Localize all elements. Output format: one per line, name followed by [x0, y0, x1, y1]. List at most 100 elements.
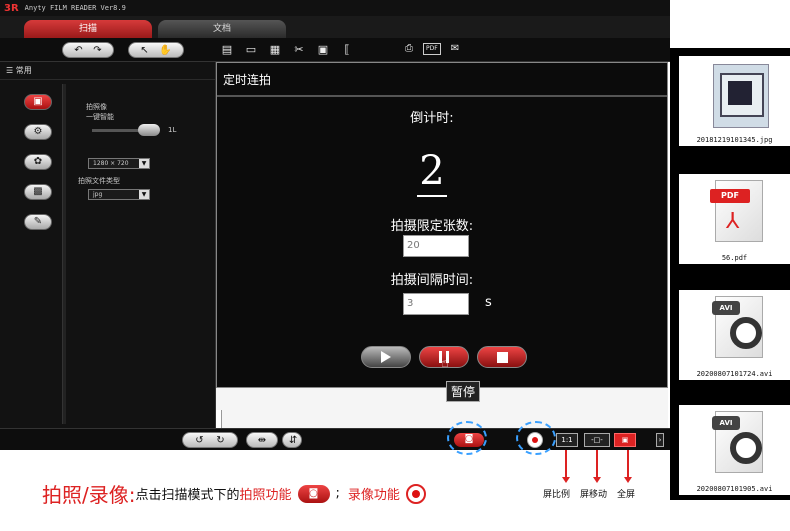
scroll-handle[interactable] [216, 410, 222, 428]
mail-icon[interactable]: ✉ [451, 43, 459, 55]
rotate-group: ↺ ↻ [182, 432, 238, 448]
slider-knob[interactable] [138, 124, 160, 136]
thumbnail-item[interactable]: 20181219101345.jpg [679, 56, 790, 146]
output-tools: ⎙ PDF ✉ [405, 43, 459, 55]
photo-thumbnail [713, 64, 769, 128]
hand-icon[interactable]: ✋ [159, 45, 171, 56]
annotation-arrow [627, 450, 629, 478]
gear-icon[interactable]: ⚙ [24, 124, 52, 140]
interval-label: 拍摄间隔时间: [390, 273, 474, 288]
wrench-icon[interactable]: ✎ [24, 214, 52, 230]
slider-value: 1L [168, 126, 177, 134]
caption-photo: 拍照功能 [239, 488, 292, 503]
crop-icon[interactable]: ⟦ [340, 43, 354, 56]
app-logo: 3R [4, 2, 19, 14]
filetype-label: 拍照文件类型 [78, 177, 120, 185]
scissors-icon[interactable]: ✂ [292, 43, 306, 56]
caption-record: 录像功能 [347, 488, 400, 503]
thumbnail-panel-top [670, 0, 790, 48]
panel-divider[interactable] [62, 84, 66, 424]
limit-label: 拍摄限定张数: [390, 219, 474, 234]
annotation-arrowhead [593, 477, 601, 483]
panel-header: ☰ 常用 [0, 62, 215, 80]
play-button[interactable] [361, 346, 411, 368]
camera-settings-icon[interactable]: ▣ [24, 94, 52, 110]
eraser-icon[interactable]: ▭ [244, 43, 258, 56]
thumbnail-caption: 56.pdf [721, 254, 748, 262]
redo-icon[interactable]: ↷ [93, 45, 101, 56]
undo-redo-group: ↶ ↷ [62, 42, 114, 58]
stop-icon [496, 351, 508, 363]
paste-icon[interactable]: ▣ [316, 43, 330, 56]
tab-bar: 扫描 文档 [0, 16, 670, 38]
dialog-title: 定时连拍 [217, 63, 667, 97]
move-screen-button[interactable]: -□- [584, 433, 610, 447]
image-icon[interactable]: ▩ [24, 184, 52, 200]
label-ratio: 屏比例 [543, 490, 571, 500]
stop-button[interactable] [477, 346, 527, 368]
avi-file-icon: AVI [712, 296, 763, 358]
cursor-mode-group: ↖ ✋ [128, 42, 184, 58]
record-highlight-ring [516, 421, 556, 455]
thumbnail-item[interactable]: AVI 20200807101905.avi [679, 405, 790, 495]
camera-icon: ◙ [297, 484, 330, 503]
fullscreen-button[interactable]: ▣ [614, 433, 636, 447]
scan-line-icon[interactable]: ▤ [220, 43, 234, 56]
thumbnail-item[interactable]: PDF ⅄ 56.pdf [679, 174, 790, 264]
limit-input[interactable]: 20 [403, 235, 469, 257]
instruction-caption: 拍照/录像: 点击扫描模式下的 拍照功能 ◙ ; 录像功能 [42, 479, 426, 508]
thumbnail-caption: 20200807101905.avi [696, 485, 773, 493]
copy-icon[interactable]: ▦ [268, 43, 282, 56]
tab-document[interactable]: 文档 [158, 20, 286, 38]
pdf-file-icon: PDF ⅄ [710, 180, 763, 242]
thumbnail-caption: 20181219101345.jpg [696, 136, 773, 144]
image-viewport[interactable] [216, 388, 668, 428]
resolution-select[interactable]: 1280 × 720 ▼ [88, 158, 150, 169]
countdown-value: 2 [417, 147, 447, 197]
timed-shooting-dialog: 定时连拍 倒计时: 2 拍摄限定张数: 20 拍摄间隔时间: 3 s [216, 62, 668, 388]
pointer-icon[interactable]: ↖ [140, 45, 148, 56]
printer-icon[interactable]: ⎙ [405, 43, 413, 55]
flip-vertical-button[interactable]: ⇵ [282, 432, 302, 448]
app-window: 3R Anyty FILM READER Ver8.9 扫描 文档 ↶ ↷ ↖ … [0, 0, 790, 531]
annotation-arrowhead [562, 477, 570, 483]
annotation-arrowhead [624, 477, 632, 483]
cursor-hand-icon: ☝ [441, 356, 449, 371]
edit-tools: ▤ ▭ ▦ ✂ ▣ ⟦ [220, 43, 354, 56]
expand-arrow-icon[interactable]: › [656, 433, 664, 447]
annotation-arrow [596, 450, 598, 478]
mode-label: 一键智能 [86, 113, 114, 121]
settings-panel: ☰ 常用 ▣ ⚙ ✿ ▩ ✎ 拍照像 一键智能 1L 1280 × 720 ▼ … [0, 62, 216, 428]
flip-horizontal-button[interactable]: ⇹ [246, 432, 278, 448]
bottom-bar: ↺ ↻ ⇹ ⇵ ◙ 1:1 -□- ▣ › [0, 428, 670, 450]
app-title: Anyty FILM READER Ver8.9 [24, 4, 126, 12]
rotate-left-icon[interactable]: ↺ [195, 435, 203, 446]
thumbnail-item[interactable]: AVI 20200807101724.avi [679, 290, 790, 380]
undo-icon[interactable]: ↶ [74, 45, 82, 56]
title-bar: 3R Anyty FILM READER Ver8.9 [0, 0, 670, 16]
pdf-icon[interactable]: PDF [423, 43, 441, 55]
palette-icon[interactable]: ✿ [24, 154, 52, 170]
chevron-down-icon: ▼ [139, 159, 149, 168]
ratio-button[interactable]: 1:1 [556, 433, 578, 447]
caption-headline: 拍照/录像: [42, 483, 136, 507]
toolbar: ↶ ↷ ↖ ✋ ▤ ▭ ▦ ✂ ▣ ⟦ ⎙ PDF ✉ [0, 38, 670, 62]
interval-input[interactable]: 3 [403, 293, 469, 315]
play-icon [381, 351, 391, 363]
annotation-arrow [565, 450, 567, 478]
pause-tooltip: 暂停 [446, 381, 481, 402]
camera-label: 拍照像 [86, 103, 107, 111]
avi-file-icon: AVI [712, 411, 763, 473]
caption-separator: ; [335, 486, 340, 501]
tab-scan[interactable]: 扫描 [24, 20, 152, 38]
record-icon [405, 483, 426, 504]
countdown-label: 倒计时: [410, 111, 454, 126]
label-move: 屏移动 [580, 490, 608, 500]
interval-unit: s [485, 295, 492, 310]
photo-highlight-ring [447, 421, 487, 455]
slider-track[interactable] [92, 129, 142, 132]
filetype-select[interactable]: jpg ▼ [88, 189, 150, 200]
rotate-right-icon[interactable]: ↻ [216, 435, 224, 446]
chevron-down-icon: ▼ [139, 190, 149, 199]
label-fullscreen: 全屏 [617, 490, 636, 500]
